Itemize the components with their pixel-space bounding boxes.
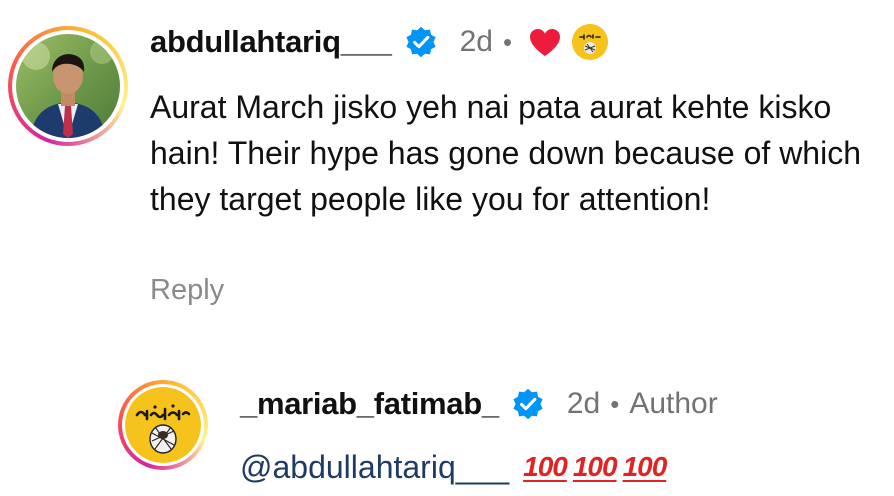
verified-badge-icon bbox=[511, 387, 545, 421]
commenter-username[interactable]: abdullahtariq___ bbox=[150, 24, 392, 60]
commenter-avatar-photo bbox=[16, 34, 120, 138]
reply-author-avatar[interactable] bbox=[118, 380, 208, 470]
hundred-points-icon: 100 bbox=[523, 451, 568, 482]
commenter-avatar[interactable] bbox=[8, 26, 128, 146]
comment-body: Aurat March jisko yeh nai pata aurat keh… bbox=[150, 89, 861, 217]
comment-timestamp: 2d bbox=[459, 25, 493, 58]
reply-header: _mariab_fatimab_ 2d • Author bbox=[240, 382, 718, 426]
reply-author-avatar-logo bbox=[125, 387, 201, 463]
reply-body: @abdullahtariq___ 100 100 100 bbox=[240, 444, 668, 490]
meta-separator: • bbox=[610, 388, 620, 419]
verified-badge-icon bbox=[404, 25, 438, 59]
reply-author-username[interactable]: _mariab_fatimab_ bbox=[240, 386, 499, 422]
author-label: Author bbox=[629, 387, 718, 420]
comment-header: abdullahtariq___ 2d • bbox=[150, 20, 609, 64]
meta-separator: • bbox=[502, 26, 513, 57]
hundred-points-icon: 100 bbox=[622, 451, 668, 482]
reply-button[interactable]: Reply bbox=[150, 274, 224, 307]
avatar-border bbox=[122, 384, 204, 466]
heart-icon[interactable] bbox=[528, 27, 562, 57]
mention-link[interactable]: @abdullahtariq___ bbox=[240, 444, 509, 490]
author-avatar-icon bbox=[572, 24, 609, 60]
comment-thread: abdullahtariq___ 2d • Aurat March jisko … bbox=[0, 0, 894, 496]
avatar-border bbox=[12, 30, 124, 142]
reply-timestamp: 2d bbox=[566, 387, 601, 420]
hundred-points-icon: 100 bbox=[572, 451, 618, 482]
